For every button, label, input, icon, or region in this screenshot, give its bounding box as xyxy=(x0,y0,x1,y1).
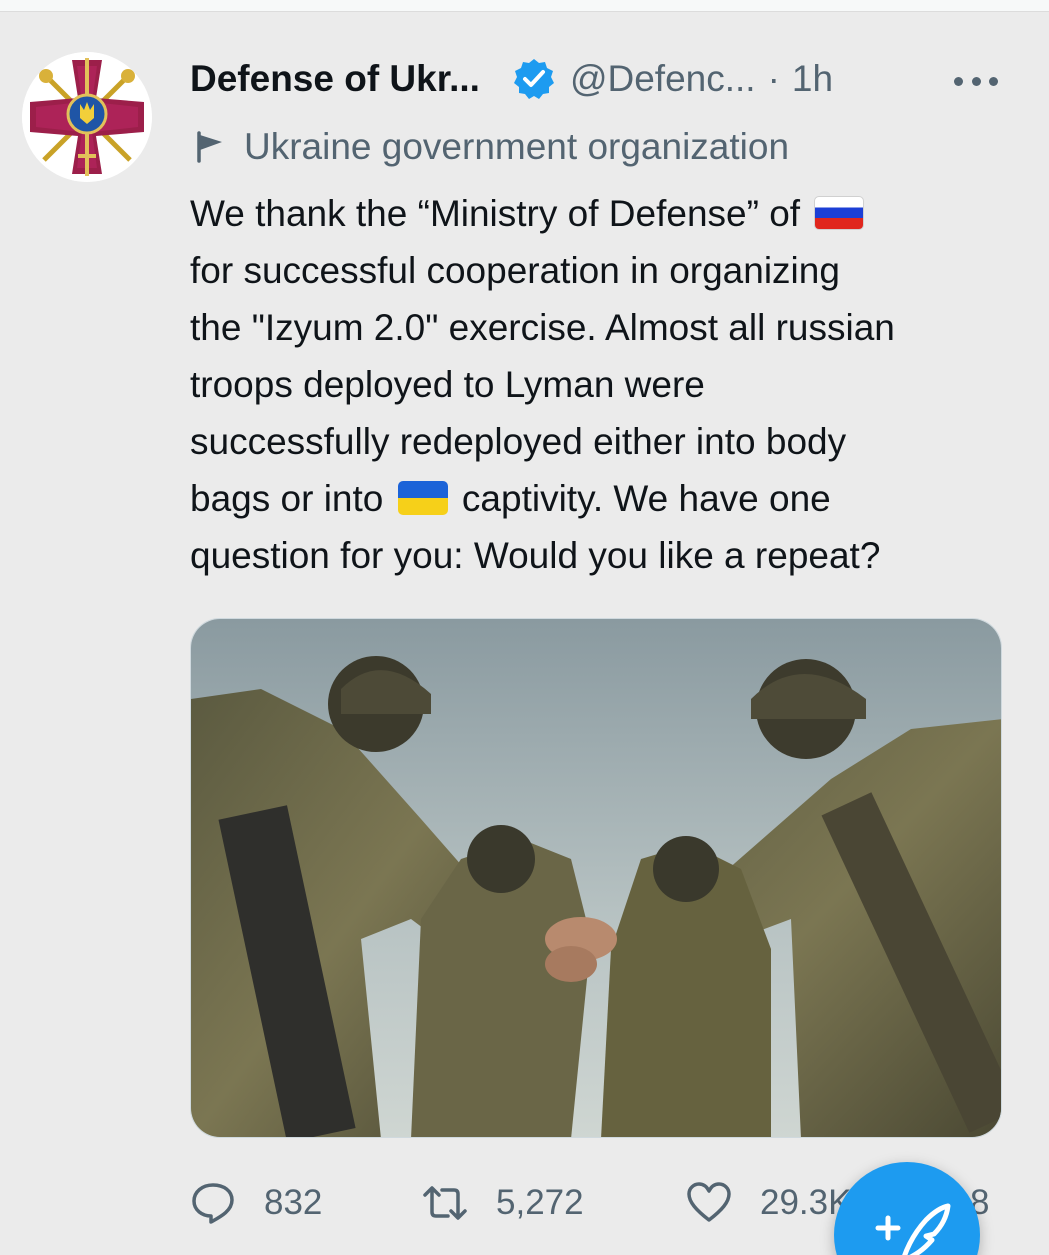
affiliation-label[interactable]: Ukraine government organization xyxy=(192,124,789,170)
retweet-count: 5,272 xyxy=(496,1183,584,1222)
retweet-icon xyxy=(423,1186,467,1220)
heart-icon xyxy=(687,1182,731,1222)
tweet-text-line: the "Izyum 2.0" exercise. Almost all rus… xyxy=(190,307,895,348)
retweet-button[interactable]: 5,272 xyxy=(422,1178,584,1228)
more-dots-icon[interactable] xyxy=(954,66,998,96)
tweet-text-line: question for you: Would you like a repea… xyxy=(190,535,881,576)
tweet-text-line: troops deployed to Lyman were xyxy=(190,364,705,405)
tweet-text: We thank the “Ministry of Defense” of fo… xyxy=(190,185,1020,584)
russia-flag-icon xyxy=(814,196,865,230)
reply-count: 832 xyxy=(264,1183,323,1222)
compose-button[interactable] xyxy=(834,1162,980,1255)
soldiers-photo xyxy=(191,619,1001,1137)
ministry-emblem-icon xyxy=(22,52,152,182)
tweet-text-line: successfully redeployed either into body xyxy=(190,421,847,462)
tweet-text-line: We thank the “Ministry of Defense” of xyxy=(190,185,1020,242)
timestamp[interactable]: 1h xyxy=(792,58,833,100)
tweet-text-line: for successful cooperation in organizing xyxy=(190,250,840,291)
separator-dot: · xyxy=(767,58,780,99)
ukraine-flag-icon xyxy=(397,481,448,515)
like-button[interactable]: 29.3K xyxy=(686,1178,851,1228)
user-handle[interactable]: @Defenc... xyxy=(570,58,756,100)
top-separator xyxy=(0,0,1049,12)
verified-badge-icon xyxy=(513,59,554,99)
flag-icon xyxy=(197,131,222,163)
reply-icon xyxy=(192,1183,234,1224)
compose-feather-icon xyxy=(875,1203,951,1255)
tweet[interactable]: Defense of Ukr... @Defenc... · 1h Ukrain… xyxy=(0,12,1049,1255)
tweet-text-line: bags or into captivity. We have one xyxy=(190,478,831,519)
avatar[interactable] xyxy=(22,52,152,182)
tweet-header: Defense of Ukr... @Defenc... · 1h xyxy=(190,54,1010,104)
affiliation-label-text: Ukraine government organization xyxy=(244,126,790,167)
display-name[interactable]: Defense of Ukr... xyxy=(190,58,480,100)
tweet-photo[interactable] xyxy=(190,618,1002,1138)
reply-button[interactable]: 832 xyxy=(190,1178,322,1228)
